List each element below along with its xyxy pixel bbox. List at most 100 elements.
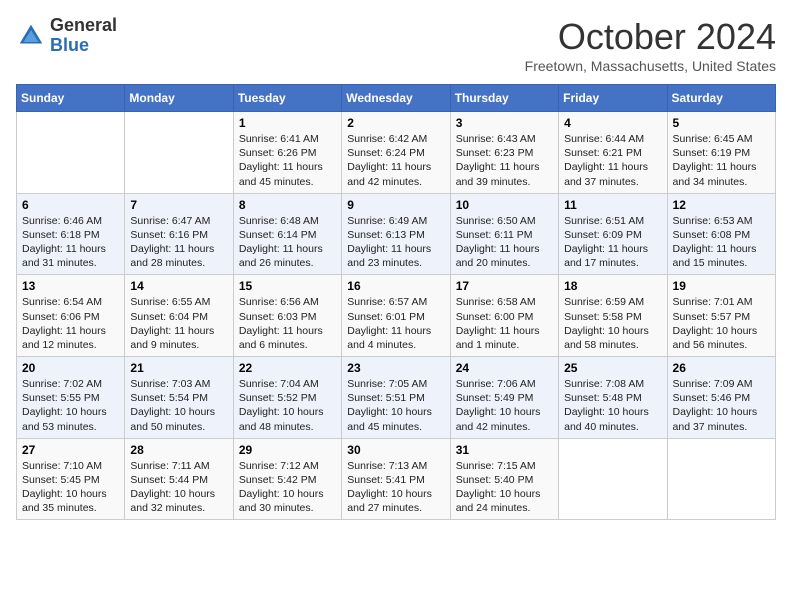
calendar-cell: 16Sunrise: 6:57 AMSunset: 6:01 PMDayligh… <box>342 275 450 357</box>
calendar-cell <box>667 438 775 520</box>
day-number: 13 <box>22 279 119 293</box>
calendar-cell: 26 Sunrise: 7:09 AMSunset: 5:46 PMDayligh… <box>667 357 775 439</box>
week-row-4: 27Sunrise: 7:10 AMSunset: 5:45 PMDayligh… <box>17 438 776 520</box>
cell-content: Sunrise: 6:48 AMSunset: 6:14 PMDaylight:… <box>239 214 336 271</box>
calendar-cell <box>559 438 667 520</box>
calendar-cell <box>17 112 125 194</box>
logo-blue: Blue <box>50 35 89 55</box>
calendar-cell <box>125 112 233 194</box>
day-number: 22 <box>239 361 336 375</box>
calendar-body: 1Sunrise: 6:41 AMSunset: 6:26 PMDaylight… <box>17 112 776 520</box>
cell-content: Sunrise: 7:13 AMSunset: 5:41 PMDaylight:… <box>347 459 444 516</box>
calendar-cell: 3 Sunrise: 6:43 AMSunset: 6:23 PMDaylight… <box>450 112 558 194</box>
calendar-cell: 10 Sunrise: 6:50 AMSunset: 6:11 PMDayligh… <box>450 193 558 275</box>
logo-text: General Blue <box>50 16 117 56</box>
calendar-cell: 8Sunrise: 6:48 AMSunset: 6:14 PMDaylight… <box>233 193 341 275</box>
day-number: 11 <box>564 198 661 212</box>
calendar-cell: 1Sunrise: 6:41 AMSunset: 6:26 PMDaylight… <box>233 112 341 194</box>
calendar-cell: 6 Sunrise: 6:46 AMSunset: 6:18 PMDaylight… <box>17 193 125 275</box>
cell-content: Sunrise: 6:51 AMSunset: 6:09 PMDaylight:… <box>564 214 661 271</box>
calendar-cell: 22 Sunrise: 7:04 AMSunset: 5:52 PMDayligh… <box>233 357 341 439</box>
cell-content: Sunrise: 7:08 AMSunset: 5:48 PMDaylight:… <box>564 377 661 434</box>
day-number: 29 <box>239 443 336 457</box>
title-block: October 2024 Freetown, Massachusetts, Un… <box>525 16 776 74</box>
day-number: 4 <box>564 116 661 130</box>
day-number: 12 <box>673 198 770 212</box>
calendar-cell: 4 Sunrise: 6:44 AMSunset: 6:21 PMDaylight… <box>559 112 667 194</box>
cell-content: Sunrise: 6:54 AMSunset: 6:06 PMDaylight:… <box>22 295 119 352</box>
header-row: SundayMondayTuesdayWednesdayThursdayFrid… <box>17 85 776 112</box>
cell-content: Sunrise: 6:42 AMSunset: 6:24 PMDaylight:… <box>347 132 444 189</box>
calendar-cell: 25Sunrise: 7:08 AMSunset: 5:48 PMDayligh… <box>559 357 667 439</box>
cell-content: Sunrise: 7:12 AMSunset: 5:42 PMDaylight:… <box>239 459 336 516</box>
calendar-cell: 31 Sunrise: 7:15 AMSunset: 5:40 PMDayligh… <box>450 438 558 520</box>
header-cell-thursday: Thursday <box>450 85 558 112</box>
cell-content: Sunrise: 6:50 AMSunset: 6:11 PMDaylight:… <box>456 214 553 271</box>
week-row-2: 13 Sunrise: 6:54 AMSunset: 6:06 PMDayligh… <box>17 275 776 357</box>
page-header: General Blue October 2024 Freetown, Mass… <box>16 16 776 74</box>
cell-content: Sunrise: 7:15 AMSunset: 5:40 PMDaylight:… <box>456 459 553 516</box>
cell-content: Sunrise: 7:10 AMSunset: 5:45 PMDaylight:… <box>22 459 119 516</box>
calendar-cell: 29 Sunrise: 7:12 AMSunset: 5:42 PMDayligh… <box>233 438 341 520</box>
logo-icon <box>16 21 46 51</box>
day-number: 1 <box>239 116 336 130</box>
cell-content: Sunrise: 6:53 AMSunset: 6:08 PMDaylight:… <box>673 214 770 271</box>
cell-content: Sunrise: 6:49 AMSunset: 6:13 PMDaylight:… <box>347 214 444 271</box>
cell-content: Sunrise: 6:44 AMSunset: 6:21 PMDaylight:… <box>564 132 661 189</box>
day-number: 19 <box>673 279 770 293</box>
calendar-cell: 20 Sunrise: 7:02 AMSunset: 5:55 PMDayligh… <box>17 357 125 439</box>
calendar-cell: 24 Sunrise: 7:06 AMSunset: 5:49 PMDayligh… <box>450 357 558 439</box>
cell-content: Sunrise: 6:55 AMSunset: 6:04 PMDaylight:… <box>130 295 227 352</box>
day-number: 15 <box>239 279 336 293</box>
cell-content: Sunrise: 6:58 AMSunset: 6:00 PMDaylight:… <box>456 295 553 352</box>
day-number: 6 <box>22 198 119 212</box>
day-number: 5 <box>673 116 770 130</box>
cell-content: Sunrise: 6:56 AMSunset: 6:03 PMDaylight:… <box>239 295 336 352</box>
calendar-header: SundayMondayTuesdayWednesdayThursdayFrid… <box>17 85 776 112</box>
day-number: 18 <box>564 279 661 293</box>
day-number: 20 <box>22 361 119 375</box>
cell-content: Sunrise: 6:57 AMSunset: 6:01 PMDaylight:… <box>347 295 444 352</box>
day-number: 31 <box>456 443 553 457</box>
cell-content: Sunrise: 6:46 AMSunset: 6:18 PMDaylight:… <box>22 214 119 271</box>
day-number: 28 <box>130 443 227 457</box>
calendar-cell: 11 Sunrise: 6:51 AMSunset: 6:09 PMDayligh… <box>559 193 667 275</box>
cell-content: Sunrise: 7:05 AMSunset: 5:51 PMDaylight:… <box>347 377 444 434</box>
calendar-cell: 17Sunrise: 6:58 AMSunset: 6:00 PMDayligh… <box>450 275 558 357</box>
cell-content: Sunrise: 7:06 AMSunset: 5:49 PMDaylight:… <box>456 377 553 434</box>
logo-general: General <box>50 15 117 35</box>
cell-content: Sunrise: 6:43 AMSunset: 6:23 PMDaylight:… <box>456 132 553 189</box>
day-number: 26 <box>673 361 770 375</box>
cell-content: Sunrise: 7:02 AMSunset: 5:55 PMDaylight:… <box>22 377 119 434</box>
cell-content: Sunrise: 7:04 AMSunset: 5:52 PMDaylight:… <box>239 377 336 434</box>
day-number: 14 <box>130 279 227 293</box>
day-number: 24 <box>456 361 553 375</box>
header-cell-saturday: Saturday <box>667 85 775 112</box>
cell-content: Sunrise: 6:59 AMSunset: 5:58 PMDaylight:… <box>564 295 661 352</box>
header-cell-monday: Monday <box>125 85 233 112</box>
calendar-cell: 30Sunrise: 7:13 AMSunset: 5:41 PMDayligh… <box>342 438 450 520</box>
calendar-cell: 9 Sunrise: 6:49 AMSunset: 6:13 PMDaylight… <box>342 193 450 275</box>
location: Freetown, Massachusetts, United States <box>525 58 776 74</box>
calendar-cell: 15 Sunrise: 6:56 AMSunset: 6:03 PMDayligh… <box>233 275 341 357</box>
day-number: 2 <box>347 116 444 130</box>
cell-content: Sunrise: 7:01 AMSunset: 5:57 PMDaylight:… <box>673 295 770 352</box>
calendar-cell: 13 Sunrise: 6:54 AMSunset: 6:06 PMDayligh… <box>17 275 125 357</box>
calendar-cell: 14 Sunrise: 6:55 AMSunset: 6:04 PMDayligh… <box>125 275 233 357</box>
calendar-cell: 21Sunrise: 7:03 AMSunset: 5:54 PMDayligh… <box>125 357 233 439</box>
day-number: 21 <box>130 361 227 375</box>
calendar-cell: 5Sunrise: 6:45 AMSunset: 6:19 PMDaylight… <box>667 112 775 194</box>
day-number: 9 <box>347 198 444 212</box>
day-number: 23 <box>347 361 444 375</box>
day-number: 3 <box>456 116 553 130</box>
week-row-0: 1Sunrise: 6:41 AMSunset: 6:26 PMDaylight… <box>17 112 776 194</box>
cell-content: Sunrise: 7:09 AMSunset: 5:46 PMDaylight:… <box>673 377 770 434</box>
calendar-cell: 27Sunrise: 7:10 AMSunset: 5:45 PMDayligh… <box>17 438 125 520</box>
header-cell-sunday: Sunday <box>17 85 125 112</box>
day-number: 10 <box>456 198 553 212</box>
header-cell-wednesday: Wednesday <box>342 85 450 112</box>
calendar-cell: 28Sunrise: 7:11 AMSunset: 5:44 PMDayligh… <box>125 438 233 520</box>
calendar-cell: 18 Sunrise: 6:59 AMSunset: 5:58 PMDayligh… <box>559 275 667 357</box>
week-row-3: 20 Sunrise: 7:02 AMSunset: 5:55 PMDayligh… <box>17 357 776 439</box>
logo: General Blue <box>16 16 117 56</box>
